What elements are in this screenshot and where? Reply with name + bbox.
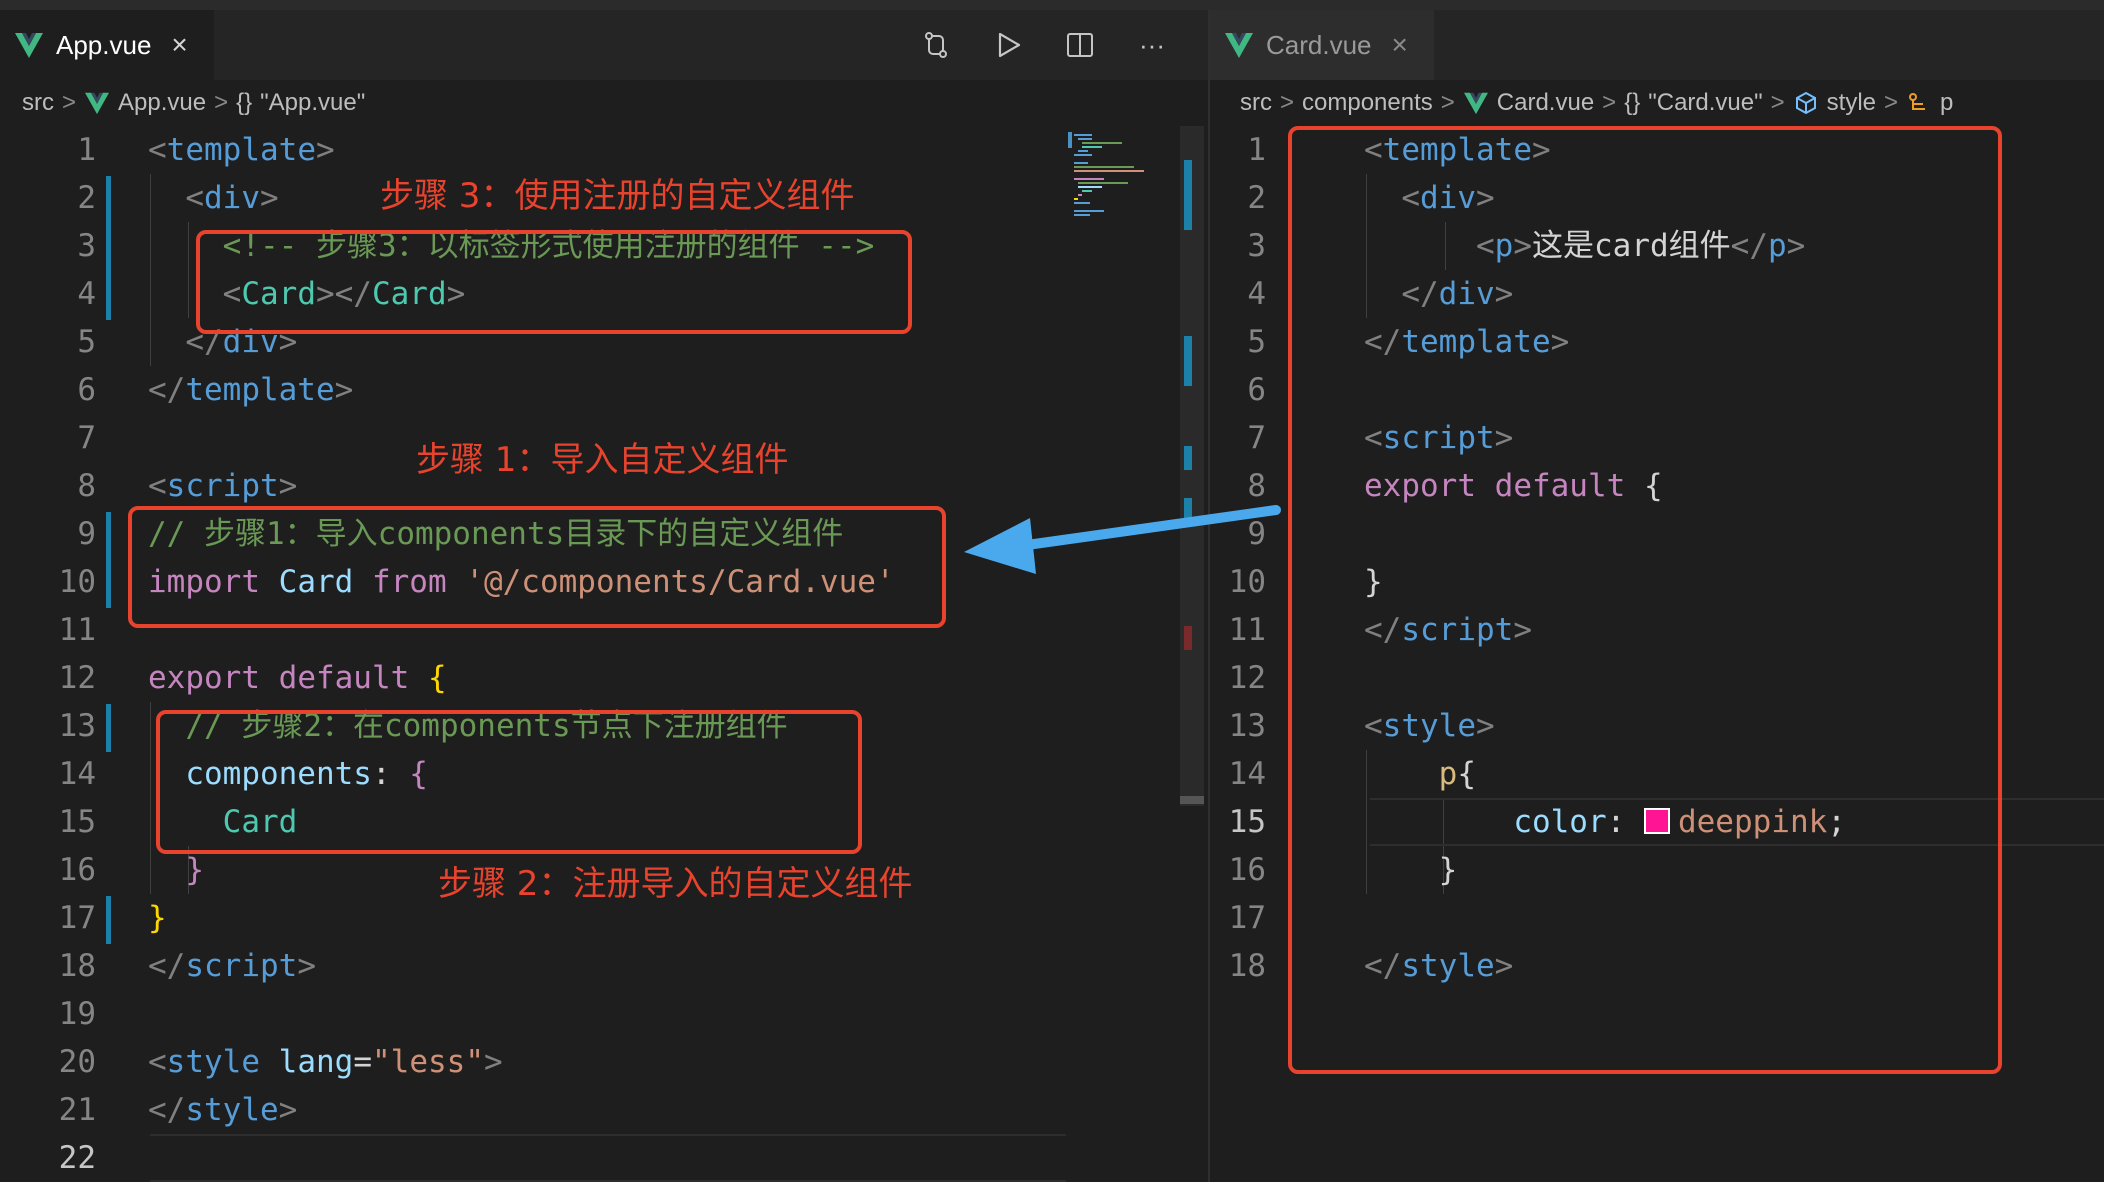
breadcrumb: src > App.vue > {} "App.vue" xyxy=(0,80,1208,126)
highlight-box-step3 xyxy=(196,230,912,334)
vue-file-icon xyxy=(1463,92,1488,115)
tab-label: App.vue xyxy=(56,29,152,60)
close-icon[interactable]: × xyxy=(1392,29,1408,61)
vertical-scrollbar[interactable] xyxy=(1180,126,1204,806)
breadcrumb-separator: > xyxy=(214,89,229,116)
breadcrumb-folder[interactable]: components xyxy=(1302,89,1433,117)
scrollbar-change-marker xyxy=(1184,160,1192,230)
breadcrumb-p[interactable]: p xyxy=(1940,89,1953,117)
highlight-box-step2 xyxy=(156,710,862,854)
window-top-strip xyxy=(0,0,2104,10)
vue-file-icon xyxy=(85,92,110,115)
breadcrumb-file[interactable]: Card.vue xyxy=(1497,89,1594,117)
scrollbar-thumb[interactable] xyxy=(1180,796,1204,804)
breadcrumb: src > components > Card.vue > {} "Card.v… xyxy=(1210,80,2104,126)
tab-label: Card.vue xyxy=(1266,29,1372,60)
tab-card-vue[interactable]: Card.vue × xyxy=(1210,10,1434,80)
breadcrumb-separator: > xyxy=(1440,89,1455,116)
breadcrumb-separator: > xyxy=(62,89,77,116)
breadcrumb-separator: > xyxy=(1602,89,1617,116)
annotation-step3: 步骤 3：使用注册的自定义组件 xyxy=(380,176,855,216)
breadcrumb-symbol[interactable]: "Card.vue" xyxy=(1648,89,1762,117)
minimap[interactable] xyxy=(1068,132,1178,232)
right-tab-bar: Card.vue × xyxy=(1210,10,2104,80)
code-line: 1 <template> xyxy=(77,132,335,168)
right-editor-group: Card.vue × src > components > Card.vue >… xyxy=(1210,10,2104,1182)
source-control-icon[interactable] xyxy=(920,29,952,61)
breadcrumb-file[interactable]: App.vue xyxy=(118,89,206,117)
code-line: 20 <style lang="less"> xyxy=(58,1044,503,1080)
highlight-box-step1 xyxy=(128,506,946,628)
split-editor-icon[interactable] xyxy=(1064,29,1096,61)
arrow-icon xyxy=(964,505,1281,574)
scrollbar-change-marker xyxy=(1184,336,1192,386)
annotation-step1: 步骤 1：导入自定义组件 xyxy=(416,440,789,480)
code-line: 6 </template> xyxy=(77,372,354,408)
cube-icon xyxy=(1795,91,1816,115)
vue-file-icon xyxy=(15,33,43,58)
code-line: 21 </style> xyxy=(58,1092,298,1128)
tab-app-vue[interactable]: App.vue × xyxy=(0,10,214,80)
close-icon[interactable]: × xyxy=(171,29,187,61)
run-icon[interactable] xyxy=(992,29,1024,61)
scrollbar-error-marker xyxy=(1184,626,1192,650)
breadcrumb-separator: > xyxy=(1884,89,1899,116)
breadcrumb-style[interactable]: style xyxy=(1827,89,1876,117)
breadcrumb-src[interactable]: src xyxy=(1240,89,1272,117)
highlight-box-card-file xyxy=(1288,126,2002,1074)
code-editor[interactable]: 1 <template> 2 <div> 3 <!-- 步骤3：以标签形式使用注册… xyxy=(0,126,1208,1182)
left-tab-bar: App.vue × ··· xyxy=(0,10,1208,80)
code-line: 19 xyxy=(58,996,96,1032)
code-line: 12 export default { xyxy=(58,660,447,696)
breadcrumb-symbol[interactable]: "App.vue" xyxy=(260,89,365,117)
left-editor-group: App.vue × ··· src > App.vue > {} "App.vu… xyxy=(0,10,1208,1182)
vue-file-icon xyxy=(1225,33,1253,58)
code-line: 18 </script> xyxy=(58,948,316,984)
code-editor[interactable]: 1 <template> 2 <div> 3 <p>这是card组件</p> 4 … xyxy=(1210,126,2104,1182)
selector-icon xyxy=(1909,93,1926,110)
scrollbar-change-marker xyxy=(1184,446,1192,470)
braces-icon: {} xyxy=(236,89,253,116)
code-line: 22 xyxy=(58,1140,96,1176)
breadcrumb-src[interactable]: src xyxy=(22,89,54,117)
braces-icon: {} xyxy=(1624,89,1641,116)
more-icon[interactable]: ··· xyxy=(1136,29,1168,61)
editor-actions: ··· xyxy=(920,10,1168,80)
breadcrumb-separator: > xyxy=(1280,89,1295,116)
annotation-step2: 步骤 2：注册导入的自定义组件 xyxy=(438,864,913,904)
breadcrumb-separator: > xyxy=(1770,89,1785,116)
